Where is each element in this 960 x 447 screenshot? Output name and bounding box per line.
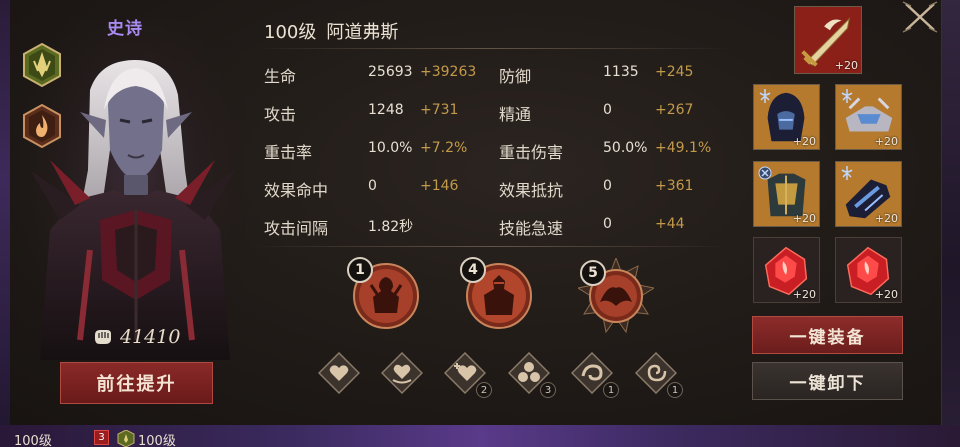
equipment-slot-helmet[interactable]: +20	[753, 84, 820, 150]
rune-count: 2	[476, 382, 492, 398]
stat-bonus: +39263	[420, 64, 477, 80]
bottom-level-right: 100级	[138, 434, 176, 447]
enhance-level: +20	[874, 288, 898, 301]
stat-bonus: +49.1%	[655, 140, 712, 156]
skill-level-badge: 1	[347, 257, 373, 283]
stat-name: 生命	[264, 67, 297, 86]
element-fire-icon[interactable]	[22, 103, 62, 149]
enhance-level: +20	[834, 59, 858, 72]
stat-bonus: +44	[655, 216, 685, 232]
enhance-level: +20	[874, 135, 898, 148]
stat-base: 25693	[368, 64, 413, 80]
skill-slot-ultimate[interactable]: 5	[576, 256, 656, 334]
bottom-class-icon	[117, 429, 135, 447]
rune-slot[interactable]: 3	[507, 351, 556, 398]
combat-power-value: 41410	[120, 326, 181, 348]
heart-rune-icon	[317, 351, 361, 395]
bottom-count-badge: 3	[94, 430, 109, 445]
stat-bonus: +267	[655, 102, 694, 118]
combat-power: 41410	[92, 326, 180, 348]
fist-power-icon	[95, 330, 111, 344]
set-mark-icon	[757, 165, 773, 181]
stat-base: 0	[368, 178, 377, 194]
background-scene-right	[942, 0, 960, 447]
divider	[252, 246, 730, 247]
equipment-slot-shoulder[interactable]: +20	[835, 84, 902, 150]
set-mark-icon	[839, 165, 855, 181]
equipment-slot-gauntlet[interactable]: +20	[835, 161, 902, 227]
rune-slot[interactable]: 1	[570, 351, 619, 398]
stat-base: 0	[603, 178, 612, 194]
set-mark-icon	[757, 88, 773, 104]
hero-rarity: 史诗	[107, 19, 143, 39]
rune-slot[interactable]: 1	[634, 351, 683, 398]
bottom-level-left: 100级	[14, 434, 52, 447]
enhance-level: +20	[792, 135, 816, 148]
rune-count: 1	[603, 382, 619, 398]
go-upgrade-button[interactable]: 前往提升	[60, 362, 213, 404]
background-scene-left	[0, 0, 10, 447]
stat-base: 1248	[368, 102, 404, 118]
stat-name: 重击伤害	[499, 143, 564, 162]
weapon-slot[interactable]: +20	[794, 6, 862, 74]
enhance-level: +20	[792, 212, 816, 225]
stat-base: 10.0%	[368, 140, 413, 156]
hero-name: 阿道弗斯	[326, 22, 399, 43]
divider	[252, 48, 730, 49]
equipment-slot-gem[interactable]: +20	[753, 237, 820, 303]
stat-bonus: +245	[655, 64, 694, 80]
rune-count: 3	[540, 382, 556, 398]
rune-count: 1	[667, 382, 683, 398]
enhance-level: +20	[792, 288, 816, 301]
stat-name: 重击率	[264, 143, 313, 162]
skill-slot[interactable]: 1	[347, 257, 421, 331]
hero-title: 100级 阿道弗斯	[264, 18, 398, 44]
stat-name: 攻击间隔	[264, 219, 329, 238]
skill-slot[interactable]: 4	[460, 257, 534, 331]
stat-name: 精通	[499, 105, 532, 124]
stat-bonus: +361	[655, 178, 694, 194]
heart-drop-rune-icon	[380, 351, 424, 395]
stat-base: 50.0%	[603, 140, 648, 156]
rune-slot[interactable]	[380, 351, 424, 395]
stat-name: 技能急速	[499, 219, 564, 238]
enhance-level: +20	[874, 212, 898, 225]
equip-all-button[interactable]: 一键装备	[752, 316, 903, 354]
stat-name: 防御	[499, 67, 532, 86]
class-emblem-icon[interactable]	[22, 42, 62, 88]
stat-name: 效果抵抗	[499, 181, 564, 200]
rune-slot[interactable]	[317, 351, 361, 395]
set-mark-icon	[839, 88, 855, 104]
stat-base: 0	[603, 216, 612, 232]
stat-name: 效果命中	[264, 181, 329, 200]
equipment-slot-gem[interactable]: +20	[835, 237, 902, 303]
stat-bonus: +731	[420, 102, 459, 118]
skill-level-badge: 4	[460, 257, 486, 283]
hero-level: 100级	[264, 22, 317, 43]
stat-bonus: +146	[420, 178, 459, 194]
stat-name: 攻击	[264, 105, 297, 124]
stat-base: 1.82秒	[368, 219, 414, 235]
equipment-slot-chest[interactable]: +20	[753, 161, 820, 227]
unequip-all-button[interactable]: 一键卸下	[752, 362, 903, 400]
close-icon	[902, 1, 938, 33]
stat-base: 0	[603, 102, 612, 118]
rune-slot[interactable]: 2	[443, 351, 492, 398]
skill-level-badge: 5	[580, 260, 606, 286]
close-button[interactable]	[900, 0, 940, 34]
stat-bonus: +7.2%	[420, 140, 468, 156]
stat-base: 1135	[603, 64, 639, 80]
